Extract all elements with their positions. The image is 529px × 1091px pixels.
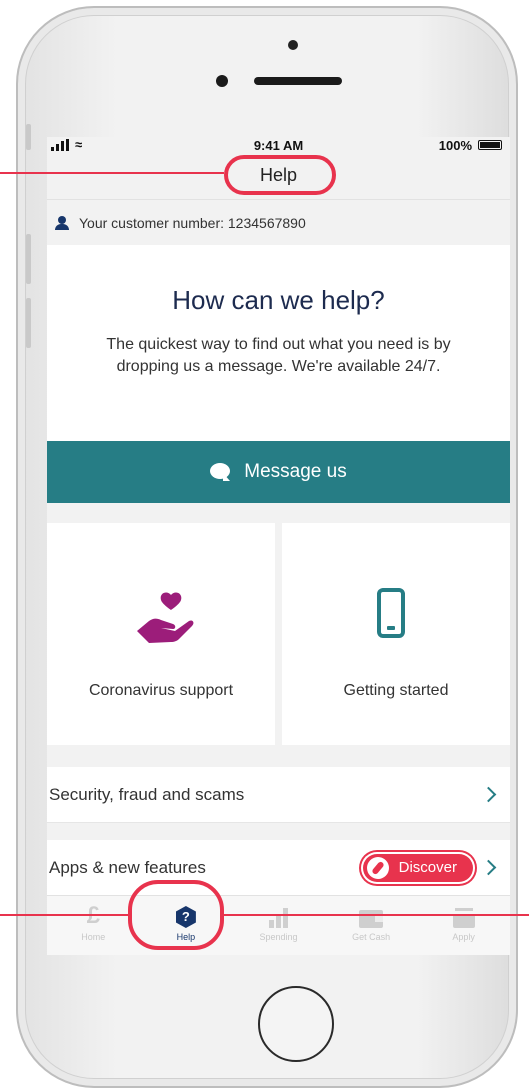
chevron-right-icon bbox=[480, 859, 497, 876]
tile-label: Getting started bbox=[343, 682, 449, 699]
help-intro-card: How can we help? The quickest way to fin… bbox=[47, 245, 510, 441]
coronavirus-support-tile[interactable]: Coronavirus support bbox=[47, 523, 275, 745]
compass-icon bbox=[366, 856, 389, 879]
tab-bar: £ Home ? Help Spending Get Cash Apply bbox=[47, 895, 510, 955]
tab-spending[interactable]: Spending bbox=[232, 896, 325, 955]
home-button[interactable] bbox=[258, 986, 334, 1062]
chevron-right-icon bbox=[480, 786, 497, 803]
callout-ring bbox=[224, 155, 336, 195]
discover-badge[interactable]: Discover bbox=[362, 853, 473, 882]
wallet-icon bbox=[359, 910, 384, 928]
battery-icon bbox=[478, 140, 502, 150]
callout-ring bbox=[128, 880, 224, 950]
heart-hand-icon bbox=[137, 592, 194, 643]
tab-label: Get Cash bbox=[352, 932, 391, 942]
battery-percent: 100% bbox=[438, 138, 472, 153]
bar-chart-icon bbox=[268, 908, 288, 928]
list-item-label: Apps & new features bbox=[49, 857, 206, 877]
app-screen: ≈ 9:41 AM 100% Help Your customer number… bbox=[47, 137, 510, 955]
tab-label: Apply bbox=[452, 932, 475, 942]
discover-label: Discover bbox=[398, 859, 457, 876]
phone-icon bbox=[377, 588, 405, 638]
list-item-label: Security, fraud and scams bbox=[49, 784, 245, 804]
tab-home[interactable]: £ Home bbox=[47, 896, 140, 955]
list-item-apps[interactable]: Apps & new features Discover bbox=[47, 840, 510, 895]
proximity-sensor bbox=[216, 75, 228, 87]
callout-line bbox=[0, 914, 128, 916]
help-tiles: Coronavirus support Getting started bbox=[47, 523, 510, 745]
pound-icon: £ bbox=[86, 902, 100, 929]
callout-line bbox=[224, 914, 529, 916]
message-us-label: Message us bbox=[244, 461, 347, 482]
getting-started-tile[interactable]: Getting started bbox=[282, 523, 510, 745]
tab-label: Home bbox=[81, 932, 106, 942]
chat-bubble-icon bbox=[210, 463, 231, 481]
tab-label: Spending bbox=[259, 932, 298, 942]
message-us-button[interactable]: Message us bbox=[47, 441, 510, 503]
volume-down-button bbox=[26, 298, 31, 348]
volume-up-button bbox=[26, 234, 31, 284]
tile-label: Coronavirus support bbox=[88, 682, 234, 699]
tab-get-cash[interactable]: Get Cash bbox=[325, 896, 418, 955]
help-heading: How can we help? bbox=[172, 285, 385, 315]
callout-line bbox=[0, 172, 224, 174]
earpiece-speaker bbox=[254, 77, 342, 85]
user-icon bbox=[55, 216, 69, 230]
help-description: The quickest way to find out what you ne… bbox=[106, 336, 451, 375]
customer-number-text: Your customer number: 1234567890 bbox=[79, 215, 306, 231]
customer-number-bar: Your customer number: 1234567890 bbox=[47, 199, 510, 246]
status-bar: ≈ 9:41 AM 100% bbox=[47, 137, 510, 157]
mute-switch bbox=[26, 124, 31, 150]
list-item-security[interactable]: Security, fraud and scams bbox=[47, 767, 510, 823]
front-camera bbox=[288, 40, 298, 50]
tab-apply[interactable]: Apply bbox=[417, 896, 510, 955]
box-icon bbox=[452, 908, 475, 928]
